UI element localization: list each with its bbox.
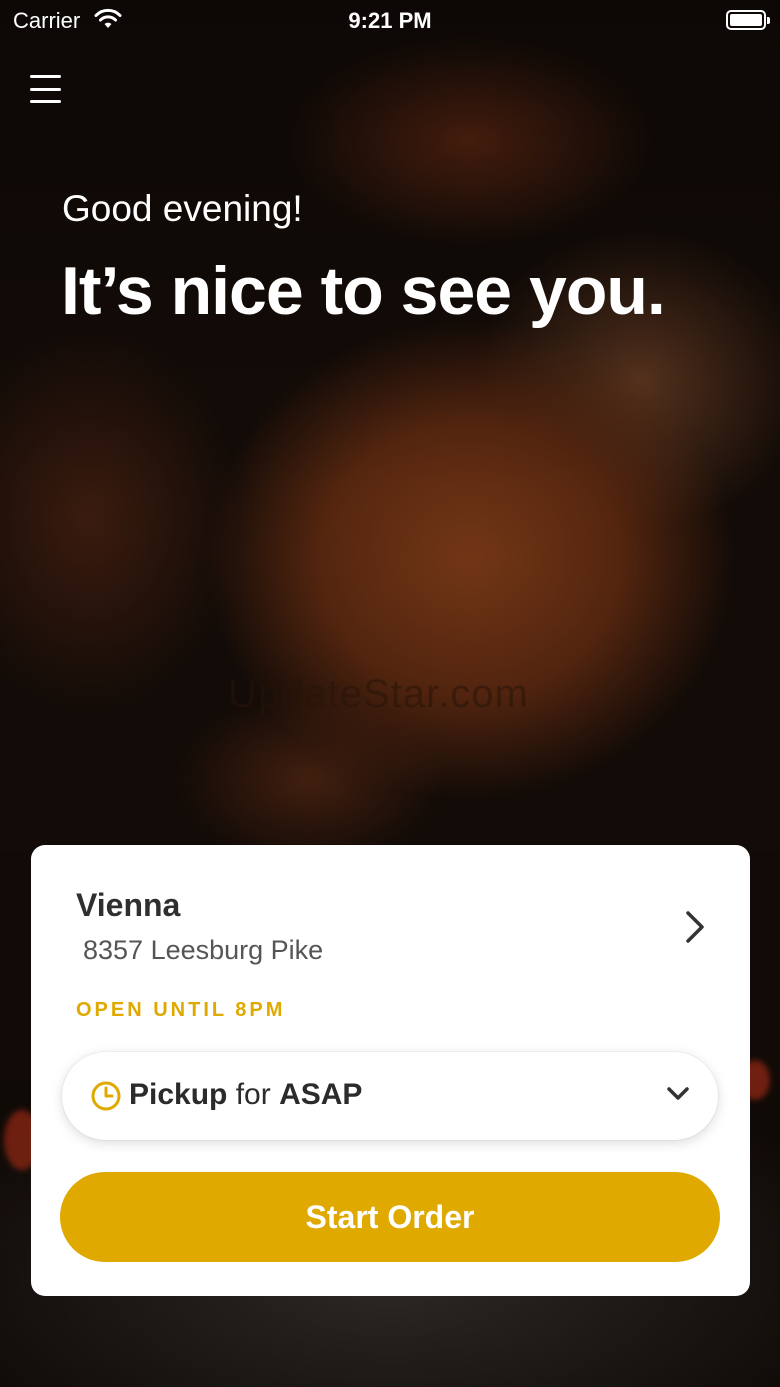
order-connector: for [235,1078,271,1111]
order-time: ASAP [279,1078,363,1111]
order-mode: Pickup [129,1078,228,1111]
clock-icon [91,1081,121,1111]
pickup-label: Pickup for ASAP [129,1078,362,1112]
chevron-down-icon [667,1087,689,1100]
store-name[interactable]: Vienna [76,887,180,924]
store-card: Vienna 8357 Leesburg Pike OPEN UNTIL 8PM… [31,845,750,1296]
status-bar: Carrier 9:21 PM [0,0,780,44]
menu-icon[interactable] [30,75,61,103]
menu-line [30,100,61,103]
greeting-headline: It’s nice to see you. [61,253,666,329]
chevron-right-icon[interactable] [684,909,706,945]
greeting-salutation: Good evening! [62,188,303,229]
start-order-button[interactable]: Start Order [60,1172,720,1262]
menu-line [30,87,61,91]
battery-icon [726,10,770,30]
watermark: UpdateStar.com [228,672,529,716]
store-address[interactable]: 8357 Leesburg Pike [83,935,323,966]
menu-line [30,75,61,78]
pickup-time-dropdown[interactable]: Pickup for ASAP [62,1052,718,1140]
store-hours: OPEN UNTIL 8PM [76,999,286,1021]
status-time: 9:21 PM [348,8,432,33]
